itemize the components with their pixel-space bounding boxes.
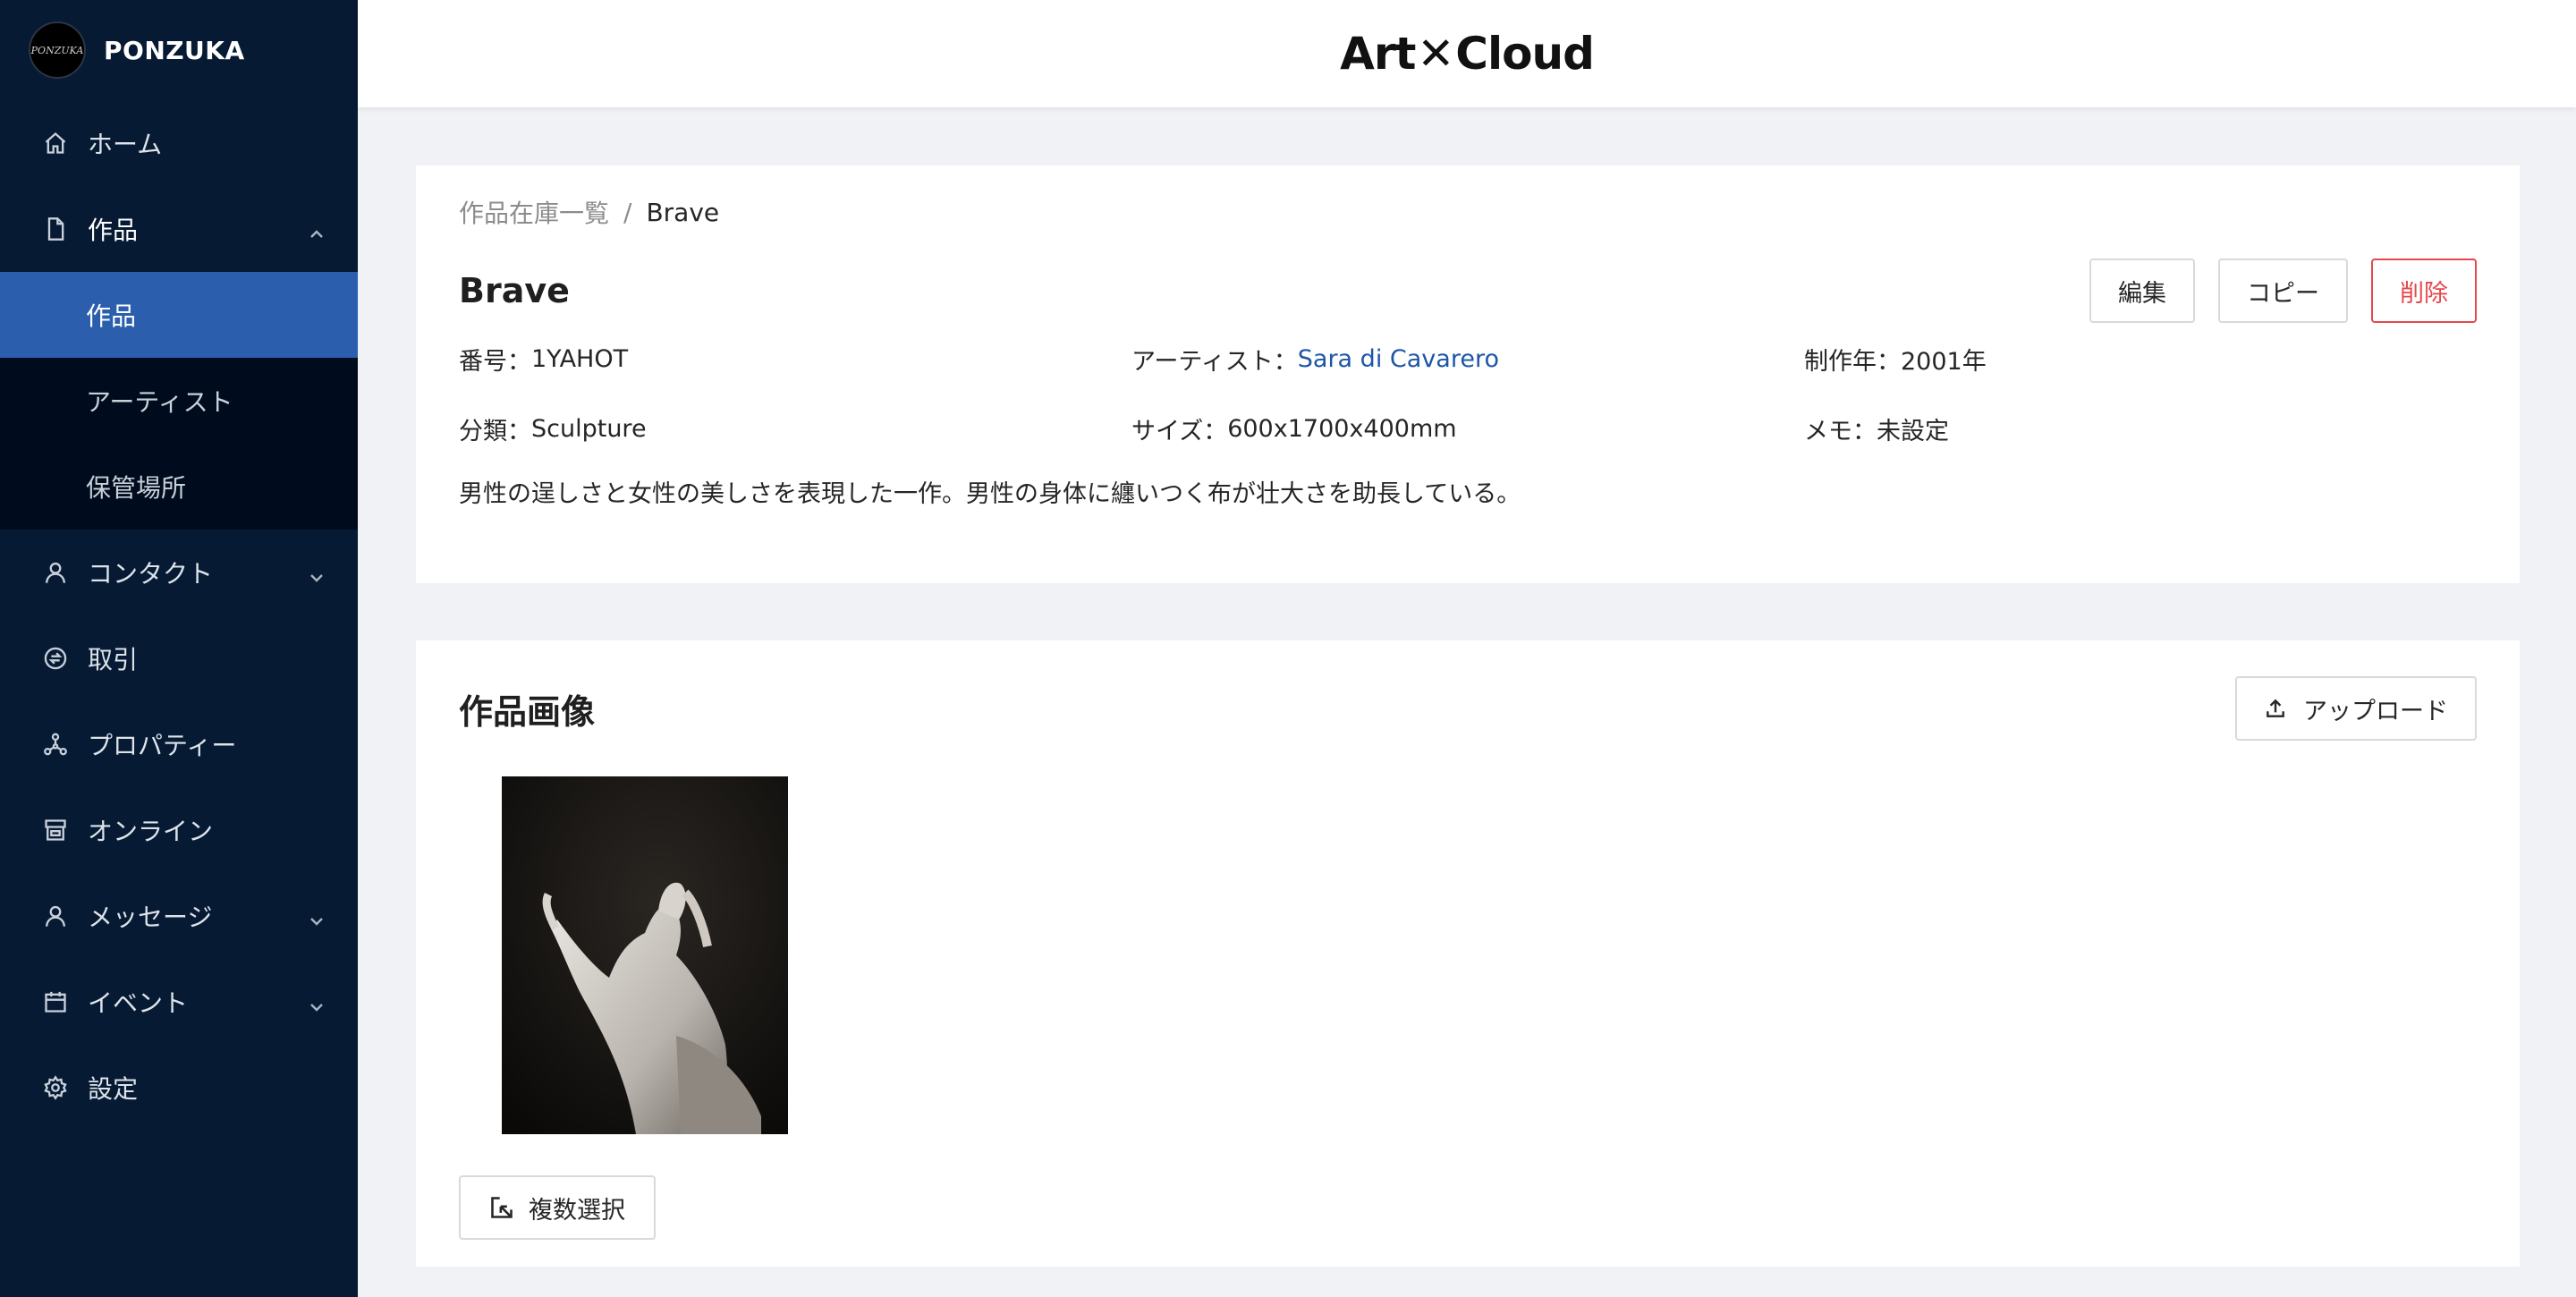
info-year-key: 制作年： [1804,347,1901,376]
multi-select-label: 複数選択 [529,1196,625,1225]
sidebar-item-label: メッセージ [88,903,213,932]
sidebar-item-label: イベント [88,988,189,1018]
images-section-title: 作品画像 [459,691,596,732]
info-artist-key: アーティスト： [1131,347,1298,376]
home-icon [43,131,68,156]
sidebar-item-home[interactable]: ホーム [0,100,358,186]
sidebar-subitem-storage[interactable]: 保管場所 [0,444,358,530]
user-icon [43,560,68,585]
sidebar-menu: ホーム 作品 作品 アーティスト 保管場所 コンタクト 取引 プロパティー オン… [0,100,358,1131]
brand-name: PONZUKA [104,35,245,65]
info-memo-value: 未設定 [1877,417,1949,445]
info-number: 番号： 1YAHOT [459,339,1131,378]
info-number-key: 番号： [459,347,531,376]
artwork-image-thumbnail[interactable] [502,776,788,1134]
sidebar-item-label: 設定 [88,1074,139,1104]
multi-select-button[interactable]: 複数選択 [459,1175,656,1240]
transaction-icon [43,646,68,671]
info-size-key: サイズ： [1131,417,1228,445]
breadcrumb-separator: / [623,197,632,227]
sidebar-subitem-works[interactable]: 作品 [0,272,358,358]
top-header: Art ✕ Cloud [358,0,2576,107]
info-year: 制作年： 2001年 [1804,339,2477,378]
action-buttons: 編集 コピー 削除 [2089,259,2477,323]
copy-button[interactable]: コピー [2218,259,2348,323]
sidebar-item-online[interactable]: オンライン [0,787,358,873]
sidebar-item-label: コンタクト [88,559,214,589]
works-submenu: 作品 アーティスト 保管場所 [0,272,358,530]
delete-button[interactable]: 削除 [2371,259,2477,323]
user-icon [43,903,68,928]
sidebar-item-label: ホーム [88,130,163,159]
logo-x: ✕ [1417,28,1454,80]
artwork-detail-card: 作品在庫一覧 / Brave Brave 編集 コピー 削除 番号： 1YAHO… [416,165,2520,583]
info-memo-key: メモ： [1804,417,1877,445]
info-category-key: 分類： [459,417,531,445]
calendar-icon [43,989,68,1014]
info-artist: アーティスト： Sara di Cavarero [1131,339,1804,378]
breadcrumb-current: Brave [646,197,720,227]
sidebar-item-transactions[interactable]: 取引 [0,615,358,701]
sidebar-subitem-artists[interactable]: アーティスト [0,358,358,444]
chevron-up-icon [308,220,326,238]
network-icon [43,732,68,757]
brand[interactable]: PONZUKA PONZUKA [0,0,358,100]
sidebar-item-contacts[interactable]: コンタクト [0,530,358,615]
sidebar-item-properties[interactable]: プロパティー [0,701,358,787]
sidebar-item-label: 作品 [88,216,139,245]
sidebar: PONZUKA PONZUKA ホーム 作品 作品 アーティスト 保管場所 コン… [0,0,358,1297]
sidebar-item-messages[interactable]: メッセージ [0,873,358,959]
sidebar-item-label: オンライン [88,817,214,846]
file-icon [43,216,68,242]
chevron-down-icon [308,907,326,926]
info-memo: メモ： 未設定 [1804,409,2477,448]
info-year-value: 2001年 [1901,347,1987,376]
title-row: Brave 編集 コピー 削除 [459,259,2477,323]
breadcrumb: 作品在庫一覧 / Brave [459,192,2477,232]
sidebar-item-label: 取引 [88,645,139,674]
sidebar-item-works[interactable]: 作品 [0,186,358,272]
edit-button[interactable]: 編集 [2089,259,2195,323]
sculpture-image [502,776,788,1134]
upload-icon [2267,699,2284,717]
chevron-down-icon [308,564,326,582]
info-category-value: Sculpture [531,414,647,443]
upload-button-label: アップロード [2303,697,2448,725]
page-title: Brave [459,271,570,310]
logo-text-art: Art [1340,28,1416,80]
brand-logo: PONZUKA [29,21,86,79]
artwork-info-grid: 番号： 1YAHOT アーティスト： Sara di Cavarero 制作年：… [459,339,2477,448]
info-size: サイズ： 600x1700x400mm [1131,409,1804,448]
upload-button[interactable]: アップロード [2235,676,2477,741]
sidebar-item-settings[interactable]: 設定 [0,1045,358,1131]
artwork-description: 男性の逞しさと女性の美しさを表現した一作。男性の身体に纏いつく布が壮大さを助長し… [459,480,1521,508]
artxcloud-logo[interactable]: Art ✕ Cloud [1340,28,1595,80]
sidebar-item-events[interactable]: イベント [0,959,358,1045]
info-category: 分類： Sculpture [459,409,1131,448]
breadcrumb-parent-link[interactable]: 作品在庫一覧 [459,194,609,230]
sidebar-item-label: プロパティー [88,731,237,760]
logo-text-cloud: Cloud [1455,28,1595,80]
images-header: 作品画像 アップロード [459,676,2477,741]
artist-link[interactable]: Sara di Cavarero [1298,345,1499,373]
info-size-value: 600x1700x400mm [1227,414,1457,443]
chevron-down-icon [308,993,326,1012]
gear-icon [43,1075,68,1100]
store-icon [43,818,68,843]
select-cursor-icon [491,1197,513,1218]
info-number-value: 1YAHOT [531,344,629,373]
artwork-images-card: 作品画像 アップロード 複数選択 [416,640,2520,1267]
